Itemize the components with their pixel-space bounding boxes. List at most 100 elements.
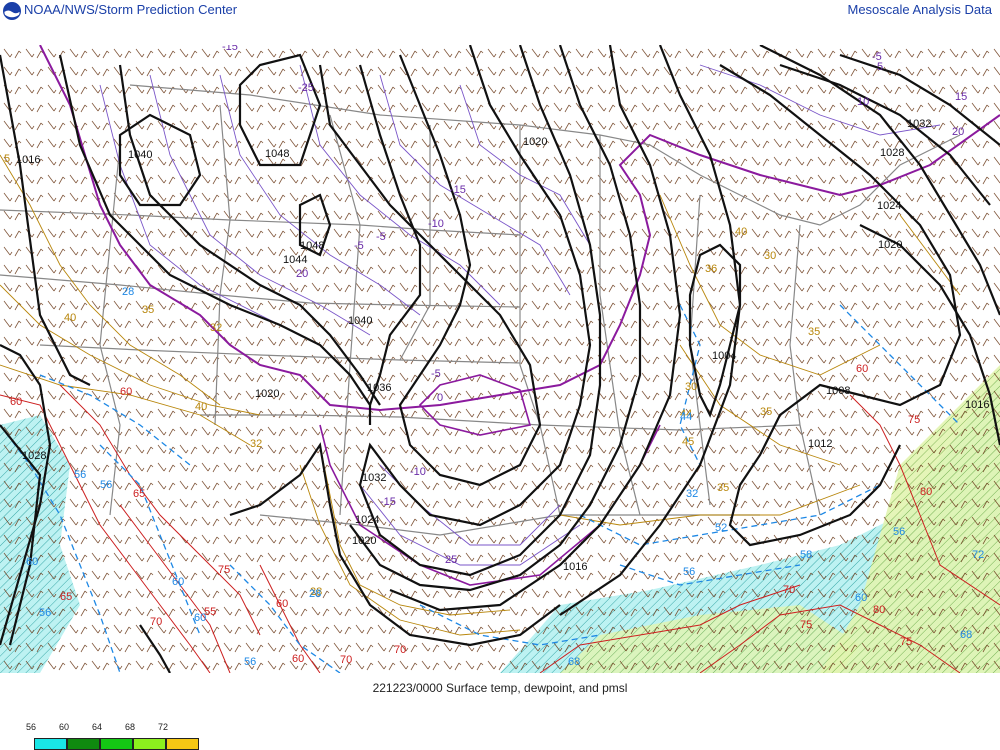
dewpoint-label: 58	[800, 549, 812, 561]
temp-label: 45	[682, 436, 694, 448]
temp-label: 5	[877, 61, 883, 73]
temp-label: 80	[873, 604, 885, 616]
temp-label: 35	[760, 406, 772, 418]
temp-label: 0	[437, 392, 443, 404]
temp-label: -5	[376, 231, 386, 243]
temp-label: 20	[952, 126, 964, 138]
temp-label: 32	[210, 322, 222, 334]
isobar-label: 1016	[563, 561, 587, 573]
legend-label: 72	[157, 722, 168, 732]
dewpoint-label: 56	[39, 607, 51, 619]
temp-label: -25	[298, 82, 314, 94]
dewpoint-label: 56	[74, 469, 86, 481]
dewpoint-label: 60	[194, 612, 206, 624]
temp-label: 20	[296, 268, 308, 280]
temp-label: 35	[717, 482, 729, 494]
temp-label: 60	[856, 363, 868, 375]
temp-label: 5	[4, 153, 10, 165]
legend-swatch	[34, 738, 67, 750]
temp-label: 15	[955, 91, 967, 103]
temp-label: 40	[735, 226, 747, 238]
isobar-label: 1044	[283, 254, 307, 266]
agency-title: NOAA/NWS/Storm Prediction Center	[24, 2, 238, 17]
legend-swatch	[133, 738, 166, 750]
dewpoint-label: 32	[686, 488, 698, 500]
isobar-label: 1020	[523, 136, 547, 148]
isobar-label: 1032	[362, 472, 386, 484]
dewpoint-label: 52	[715, 522, 727, 534]
dewpoint-label: 68	[568, 656, 580, 668]
temp-label: 70	[150, 616, 162, 628]
temp-label: 30	[685, 381, 697, 393]
legend-swatch	[166, 738, 199, 750]
temp-label: 60	[120, 386, 132, 398]
temp-label: 65	[133, 488, 145, 500]
temp-label: 40	[64, 312, 76, 324]
isobar-label: 1028	[880, 147, 904, 159]
map-caption: 221223/0000 Surface temp, dewpoint, and …	[372, 681, 628, 695]
isobar-label: 1016	[965, 399, 989, 411]
header-bar: NOAA/NWS/Storm Prediction Center Mesosca…	[0, 0, 1000, 22]
isobar-label: 1016	[16, 154, 40, 166]
temp-label: -15	[222, 45, 238, 53]
dewpoint-label: 44	[680, 411, 692, 423]
isobar-label: 1024	[877, 200, 901, 212]
temp-label: -10	[410, 466, 426, 478]
temp-label: 75	[800, 619, 812, 631]
dewpoint-label: 56	[100, 479, 112, 491]
isobar-label: 1040	[128, 149, 152, 161]
noaa-logo-icon	[3, 2, 21, 20]
dewpoint-label: 72	[972, 549, 984, 561]
isobar-label: 1032	[907, 118, 931, 130]
temp-label: 70	[783, 584, 795, 596]
temp-label: 70	[340, 654, 352, 666]
temp-label: -5	[354, 240, 364, 252]
dewpoint-label: 56	[244, 656, 256, 668]
isobar-label: 1048	[265, 148, 289, 160]
isobar-label: 1020	[878, 239, 902, 251]
dewpoint-label: 60	[855, 592, 867, 604]
temp-label: 60	[10, 396, 22, 408]
temp-label: 35	[142, 304, 154, 316]
dewpoint-color-legend: 56 60 64 68 72	[0, 722, 210, 750]
temp-label: 65	[60, 591, 72, 603]
isobar-label: 1024	[355, 514, 379, 526]
temp-label: 70	[394, 644, 406, 656]
temp-label: 75	[900, 636, 912, 648]
temp-label: 40	[195, 401, 207, 413]
legend-swatch	[67, 738, 100, 750]
temp-label: 35	[808, 326, 820, 338]
temp-label: 60	[276, 598, 288, 610]
temp-label: -15	[450, 184, 466, 196]
surface-analysis-map: 1016 1040 1048 1048 1044 1040 1036 1020 …	[0, 45, 1000, 673]
dewpoint-label: 28	[309, 588, 321, 600]
legend-label: 56	[25, 722, 36, 732]
dewpoint-label: 56	[683, 566, 695, 578]
wind-barbs-field	[0, 45, 1000, 673]
temp-label: -10	[428, 218, 444, 230]
temp-label: 10	[857, 96, 869, 108]
product-title: Mesoscale Analysis Data	[847, 2, 992, 17]
dewpoint-label: 56	[893, 526, 905, 538]
temp-label: 60	[292, 653, 304, 665]
temp-label: 80	[920, 486, 932, 498]
isobar-label: 1008	[826, 385, 850, 397]
legend-label: 68	[124, 722, 135, 732]
isobar-label: 1004	[712, 350, 736, 362]
dewpoint-label: 28	[122, 286, 134, 298]
legend-label: 64	[91, 722, 102, 732]
legend-swatch	[100, 738, 133, 750]
dewpoint-label: 60	[26, 556, 38, 568]
temp-label: 30	[764, 250, 776, 262]
temp-label: -5	[431, 368, 441, 380]
legend-label: 60	[58, 722, 69, 732]
temp-label: 36	[705, 263, 717, 275]
isobar-label: 1036	[367, 382, 391, 394]
isobar-label: 1012	[808, 438, 832, 450]
temp-label: 75	[908, 414, 920, 426]
temp-label: 0	[895, 45, 901, 48]
isobar-label: 1028	[22, 450, 46, 462]
temp-label: 75	[218, 564, 230, 576]
temp-label: -15	[380, 496, 396, 508]
dewpoint-label: 68	[960, 629, 972, 641]
